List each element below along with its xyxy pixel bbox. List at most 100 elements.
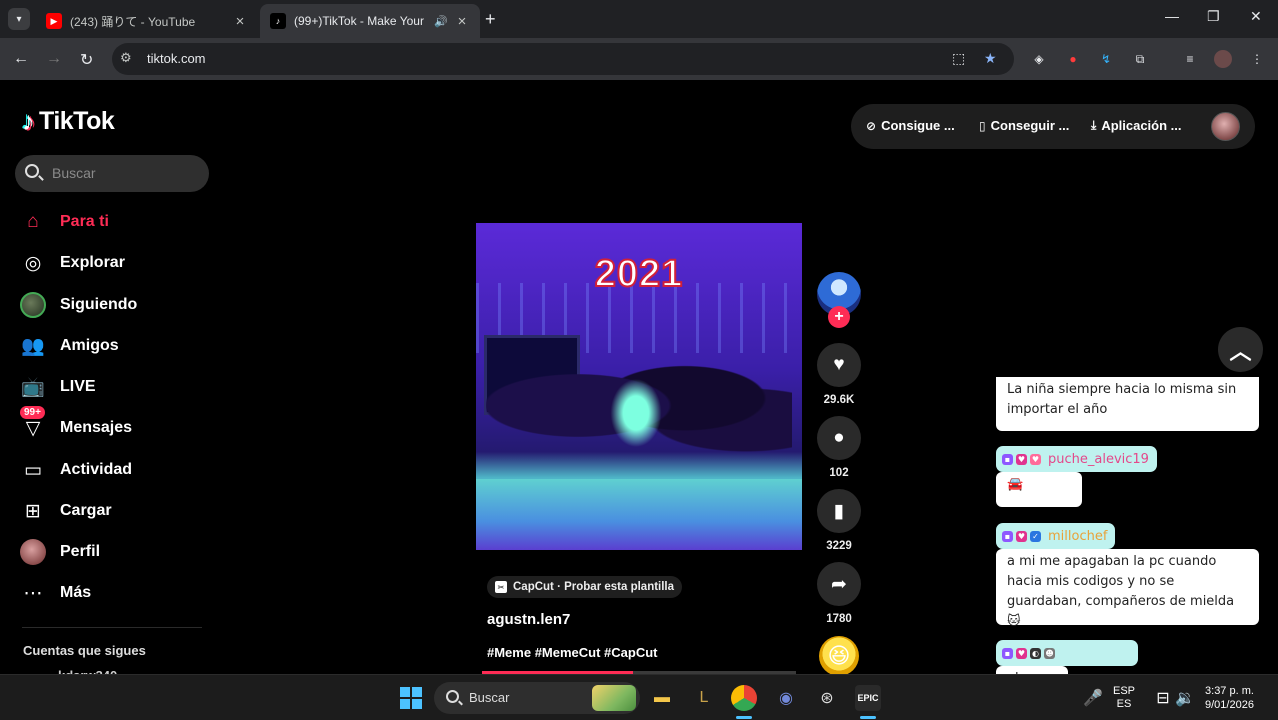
sidebar-item-mas[interactable]: ⋯ Más [20,578,92,608]
new-tab-button[interactable]: + [485,9,496,30]
discord-icon[interactable]: ◉ [773,685,799,711]
previous-video-button[interactable]: ︿ [1218,327,1263,372]
sidebar-item-label: Mensajes [60,419,133,436]
tab-youtube[interactable]: ▶ (243) 踊りて - YouTube × [36,4,258,38]
sidebar-item-para-ti[interactable]: ⌂ Para ti [20,207,109,237]
install-app-icon[interactable]: ⬚ [952,50,965,67]
video-hashtags[interactable]: #Meme #MemeCut #CapCut [487,645,658,660]
reload-button[interactable]: ↻ [80,50,93,70]
chat-message: 🚘 [996,472,1082,507]
chat-message-text: La niña siempre hacia lo misma sin impor… [1007,382,1237,417]
sidebar-item-label: Explorar [60,254,125,271]
get-coins-button[interactable]: ⊘ Consigue ... [866,118,955,133]
save-button[interactable]: ▮ [817,489,861,533]
following-section-title: Cuentas que sigues [23,643,146,658]
sound-disc[interactable]: 😆 [819,636,859,676]
address-bar[interactable]: ⚙ tiktok.com ⬚ ★ [112,43,1014,75]
sidebar-item-amigos[interactable]: 👥 Amigos [20,331,119,361]
tab-tiktok[interactable]: ♪ (99+)TikTok - Make Your Day 🔊 × [260,4,480,38]
subscriber-badge-icon: ♥ [1016,647,1027,659]
sidebar-item-siguiendo[interactable]: Siguiendo [20,290,137,320]
back-button[interactable]: ← [13,50,29,68]
share-button[interactable]: ➦ [817,562,861,606]
sidebar-item-actividad[interactable]: ▭ Actividad [20,455,132,485]
record-extension-icon[interactable]: ● [1064,50,1082,68]
follow-button[interactable]: + [828,306,850,328]
forward-button[interactable]: → [46,50,62,68]
sidebar-item-live[interactable]: 📺 LIVE [20,372,95,402]
translate-extension-icon[interactable]: ↯ [1097,50,1115,68]
browser-tab-strip: ▾ ▶ (243) 踊りて - YouTube × ♪ (99+)TikTok … [0,0,1278,38]
sidebar-item-cargar[interactable]: ⊞ Cargar [20,496,112,526]
get-app-button[interactable]: ▯ Conseguir ... [979,118,1069,133]
taskbar-search[interactable]: Buscar [434,682,640,714]
panda-badge-icon: ◐ [1030,647,1041,659]
save-count: 3229 [826,540,852,552]
league-of-legends-icon[interactable]: L [691,685,717,711]
button-label: Conseguir ... [990,118,1070,133]
video-player[interactable]: 2021 [476,223,802,550]
capcut-label: CapCut · Probar esta plantilla [513,581,675,593]
profile-avatar[interactable] [1214,50,1232,68]
video-overlay-text: 2021 [594,252,684,296]
sidebar-item-label: Cargar [60,502,112,519]
menu-icon[interactable]: ⋮ [1248,50,1266,68]
search-icon [446,690,459,703]
sidebar-item-mensajes[interactable]: ▽ 99+ Mensajes [20,406,133,443]
chrome-icon[interactable] [731,685,757,711]
sidebar-item-perfil[interactable]: Perfil [20,537,100,567]
volume-icon[interactable]: 🔉 [1172,685,1198,711]
file-explorer-icon[interactable]: ▬ [649,685,675,711]
friends-icon: 👥 [21,336,45,357]
laughing-emoji-icon: 😆 [827,643,851,668]
heart-badge-icon: ♥ [1030,453,1041,465]
speaker-icon[interactable]: 🔊 [434,15,448,28]
windows-taskbar: Buscar ▬ L ◉ ⊛ EPIC 🎤 ESP ES ⊟ 🔉 3:37 p.… [0,674,1278,720]
language-indicator[interactable]: ESP ES [1113,685,1135,711]
download-app-button[interactable]: ⤓ Aplicación ... [1091,118,1182,133]
tiktok-note-icon: ♪ [22,106,35,136]
button-label: Aplicación ... [1101,118,1182,133]
comment-count: 102 [829,467,849,479]
puzzle-extensions-icon[interactable]: ⧉ [1131,50,1149,68]
search-icon [25,164,39,178]
minimize-button[interactable]: — [1165,8,1179,24]
clock-time: 3:37 p. m. [1205,685,1254,697]
chat-message: a mi me apagaban la pc cuando hacia mis … [996,549,1259,629]
tiktok-logo[interactable]: ♪ TikTok [22,106,115,137]
url-text[interactable]: tiktok.com [147,51,206,66]
search-input[interactable]: Buscar [15,155,209,192]
tab-search-button[interactable]: ▾ [8,8,30,30]
coin-icon: ⊘ [866,118,877,133]
site-info-icon[interactable]: ⚙ [120,50,132,66]
video-author[interactable]: agustn.len7 [487,611,570,628]
keyboard-layout: ES [1116,698,1132,710]
user-avatar[interactable] [1211,112,1240,141]
like-button[interactable]: ♥ [817,343,861,387]
steam-icon[interactable]: ⊛ [814,685,840,711]
comment-icon: ● [833,427,845,448]
moderator-badge-icon: ▪ [1002,530,1013,542]
unread-badge: 99+ [20,406,45,419]
close-icon[interactable]: × [454,13,470,30]
sidebar-item-label: Siguiendo [60,296,138,313]
restore-button[interactable]: ❐ [1207,8,1220,25]
more-icon: ⋯ [23,582,43,604]
extension-icon[interactable]: ◈ [1030,50,1048,68]
media-controls-icon[interactable]: ≡ [1181,50,1199,68]
window-close-button[interactable]: ✕ [1250,8,1262,25]
sidebar-item-label: Para ti [60,213,109,230]
capcut-icon: ✂ [495,581,507,593]
moderator-badge-icon: ▪ [1002,453,1013,465]
sidebar-item-explorar[interactable]: ◎ Explorar [20,248,125,278]
epic-games-icon[interactable]: EPIC [855,685,881,711]
microphone-icon[interactable]: 🎤 [1080,685,1106,711]
bookmark-star-icon[interactable]: ★ [984,50,997,67]
moderator-badge-icon: ▪ [1002,647,1013,659]
comment-button[interactable]: ● [817,416,861,460]
taskbar-clock[interactable]: 3:37 p. m. 9/01/2026 [1205,684,1254,712]
browser-toolbar: ← → ↻ ⚙ tiktok.com ⬚ ★ ◈ ● ↯ ⧉ ≡ ⋮ [0,38,1278,80]
close-icon[interactable]: × [232,13,248,30]
capcut-template-link[interactable]: ✂ CapCut · Probar esta plantilla [487,576,683,598]
windows-start-icon[interactable] [400,687,422,709]
